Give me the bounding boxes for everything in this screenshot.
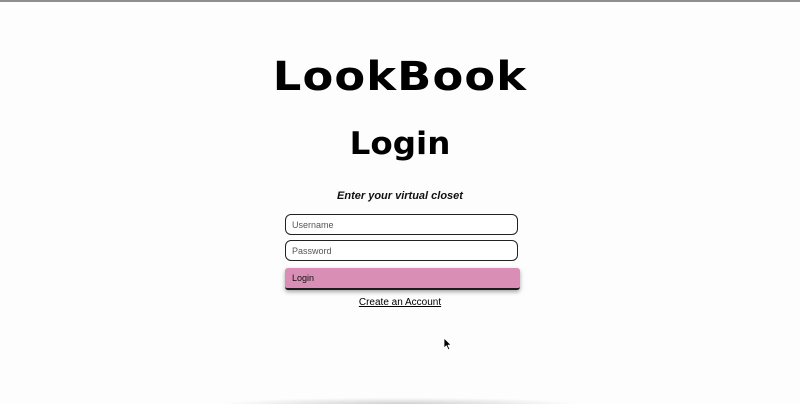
top-divider [0,0,800,2]
mouse-pointer-icon [443,337,452,351]
page-title: Login [349,126,451,162]
bottom-shadow [230,398,570,404]
app-logo: LookBook [272,54,528,100]
login-button[interactable]: Login [285,268,520,290]
password-input[interactable] [285,240,518,261]
tagline: Enter your virtual closet [337,190,463,202]
username-input[interactable] [285,214,518,235]
create-account-container: Create an Account [0,297,800,308]
login-page: LookBook Login Enter your virtual closet… [0,0,800,404]
create-account-link[interactable]: Create an Account [359,297,441,308]
